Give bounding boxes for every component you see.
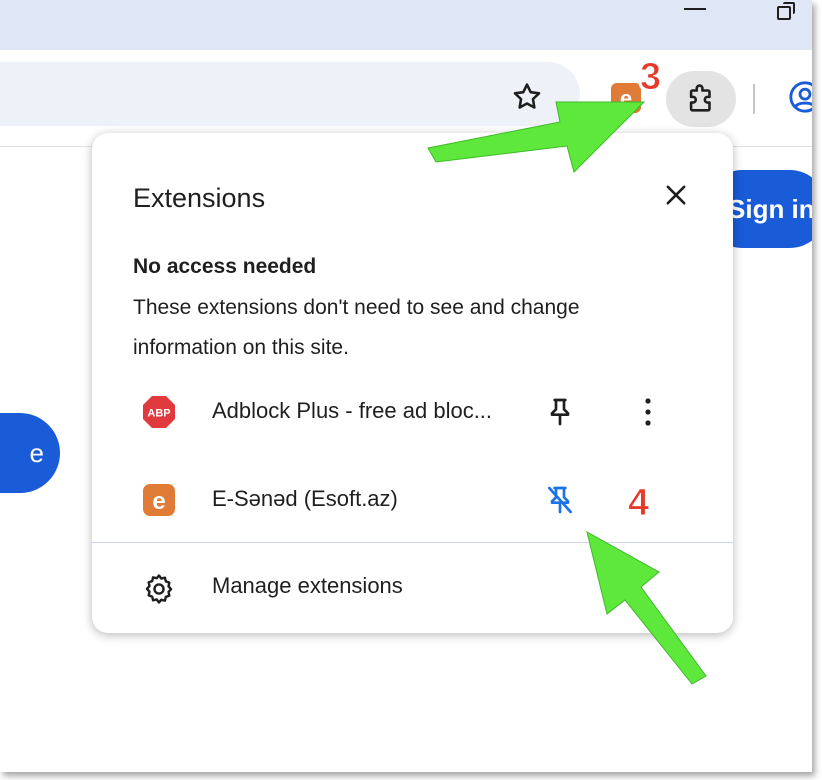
annotation-arrows [427, 101, 707, 685]
browser-window: e Sign in e Extensions No access needed … [0, 0, 812, 772]
step-4-badge: 4 [627, 482, 650, 525]
arrow-to-unpin [586, 531, 707, 685]
step-3-badge: 3 [639, 56, 662, 99]
arrow-to-extensions [427, 101, 646, 173]
